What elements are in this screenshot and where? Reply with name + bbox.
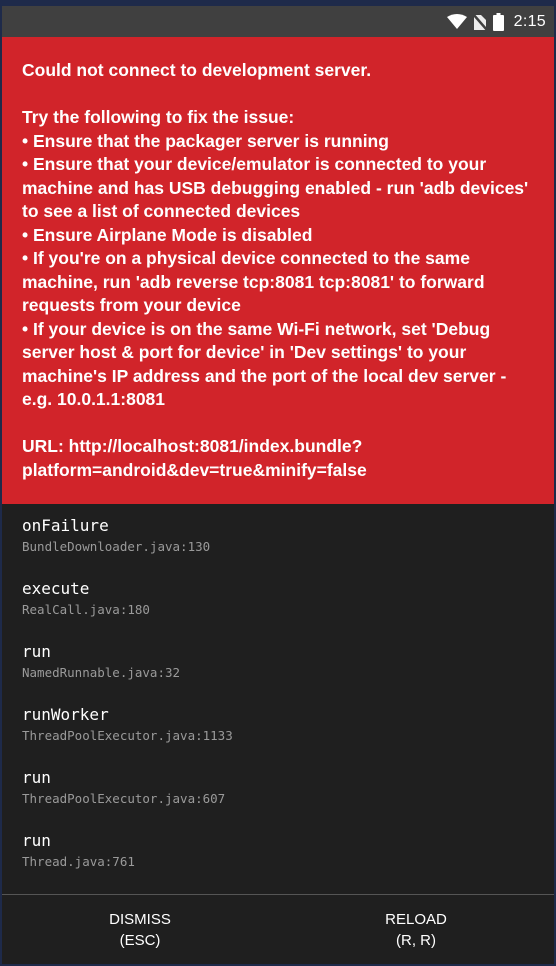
tip-item: • Ensure that the packager server is run…	[22, 130, 389, 151]
tip-item: • If you're on a physical device connect…	[22, 248, 485, 315]
battery-icon	[492, 12, 504, 31]
stack-frame-method: run	[22, 642, 51, 661]
error-title: Could not connect to development server.	[22, 60, 372, 80]
stack-frame[interactable]: run ThreadPoolExecutor.java:607	[22, 768, 534, 809]
tip-item: • If your device is on the same Wi-Fi ne…	[22, 318, 507, 410]
tip-item: • Ensure that your device/emulator is co…	[22, 154, 529, 221]
bundle-url: URL: http://localhost:8081/index.bundle?…	[22, 436, 367, 480]
no-sim-icon	[472, 12, 487, 31]
stack-frame-method: run	[22, 768, 51, 787]
stack-frame-location: ThreadPoolExecutor.java:1133	[22, 728, 233, 743]
stack-frame[interactable]: runWorker ThreadPoolExecutor.java:1133	[22, 705, 534, 746]
dismiss-button[interactable]: DISMISS (ESC)	[2, 895, 278, 964]
status-bar: 2:15	[2, 6, 554, 37]
dismiss-button-label: DISMISS	[109, 910, 171, 928]
stack-frame[interactable]: run NamedRunnable.java:32	[22, 642, 534, 683]
status-icons: 2:15	[446, 6, 546, 37]
stack-frame-method: runWorker	[22, 705, 109, 724]
stack-frame-location: BundleDownloader.java:130	[22, 539, 211, 554]
tip-item: • Ensure Airplane Mode is disabled	[22, 224, 313, 245]
status-clock: 2:15	[513, 12, 546, 30]
stack-frame[interactable]: execute RealCall.java:180	[22, 579, 534, 620]
reload-button[interactable]: RELOAD (R, R)	[278, 895, 554, 964]
stack-frame-location: NamedRunnable.java:32	[22, 665, 181, 680]
stack-frame-location: Thread.java:761	[22, 854, 135, 869]
stack-frame[interactable]: onFailure BundleDownloader.java:130	[22, 516, 534, 557]
stack-frame-location: RealCall.java:180	[22, 602, 150, 617]
stack-frame-method: run	[22, 831, 51, 850]
stack-trace: onFailure BundleDownloader.java:130 exec…	[2, 504, 554, 872]
reload-button-shortcut: (R, R)	[396, 931, 436, 949]
wifi-icon	[446, 13, 467, 30]
instructions-heading: Try the following to fix the issue:	[22, 107, 295, 127]
redbox-footer: DISMISS (ESC) RELOAD (R, R)	[2, 894, 554, 964]
stack-frame[interactable]: run Thread.java:761	[22, 831, 534, 872]
device-screen: 2:15 Could not connect to development se…	[2, 6, 554, 964]
stack-frame-location: ThreadPoolExecutor.java:607	[22, 791, 226, 806]
stack-frame-method: onFailure	[22, 516, 109, 535]
error-message-box: Could not connect to development server.…	[2, 37, 554, 504]
stack-frame-method: execute	[22, 579, 90, 598]
dismiss-button-shortcut: (ESC)	[119, 931, 161, 949]
reload-button-label: RELOAD	[385, 910, 447, 928]
